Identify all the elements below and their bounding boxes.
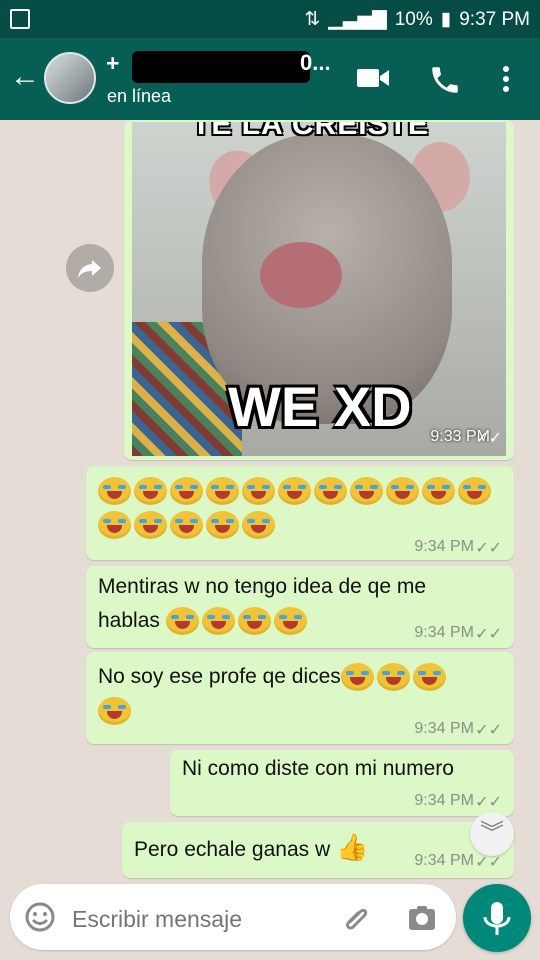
forward-button[interactable] — [66, 244, 114, 292]
voice-message-button[interactable] — [463, 884, 531, 952]
tears-of-joy-emoji — [134, 511, 167, 540]
contact-name-suffix[interactable]: 0... — [300, 50, 331, 76]
message-body: No soy ese profe qe dices — [98, 665, 341, 688]
read-receipt-icon: ✓✓ — [475, 430, 502, 447]
read-receipt-icon: ✓✓ — [475, 540, 502, 557]
avatar[interactable] — [44, 52, 96, 104]
tears-of-joy-emoji — [242, 511, 275, 540]
signal-icon: ▁▃▅▇ — [328, 9, 387, 30]
tears-of-joy-emoji — [422, 477, 455, 506]
read-receipt-icon: ✓✓ — [475, 722, 502, 739]
image-message[interactable]: TE LA CREISTE WE XD 9:33 PM ✓✓ — [124, 120, 514, 460]
tears-of-joy-emoji — [170, 511, 203, 540]
chat-header: ← + 0... en línea — [0, 38, 540, 120]
battery-icon: ▮ — [440, 9, 452, 30]
camera-icon[interactable] — [406, 902, 438, 934]
message-text: No soy ese profe qe dices — [98, 660, 498, 728]
read-receipt-icon: ✓✓ — [475, 794, 502, 811]
tears-of-joy-emoji — [458, 477, 491, 506]
message-body: Ni como diste con mi numero — [182, 757, 454, 780]
rat-nose — [260, 242, 342, 308]
contact-name[interactable]: + — [106, 50, 119, 77]
tears-of-joy-emoji — [206, 511, 239, 540]
message-body: Pero echale ganas w — [134, 838, 331, 861]
message-input-bar — [10, 884, 456, 950]
message-input[interactable] — [70, 902, 334, 936]
message-time: 9:34 PM — [414, 720, 474, 737]
message-bubble[interactable]: Mentiras w no tengo idea de qe me hablas… — [86, 566, 514, 648]
meme-bottom-text: WE XD — [228, 375, 412, 438]
gallery-icon — [10, 9, 30, 29]
message-time: 9:34 PM — [414, 852, 474, 869]
battery-label: 10% — [394, 8, 433, 30]
phone-call-icon[interactable] — [428, 63, 462, 97]
data-icon: ⇅ — [304, 9, 321, 30]
tears-of-joy-emoji — [376, 663, 410, 692]
tears-of-joy-emoji — [242, 477, 275, 506]
double-chevron-down-icon: ︾ — [480, 820, 504, 847]
tears-of-joy-emoji — [98, 511, 131, 540]
redacted-phone-number — [132, 51, 310, 83]
scroll-to-bottom-button[interactable]: ︾ — [470, 812, 514, 856]
back-arrow-icon[interactable]: ← — [10, 62, 40, 92]
tears-of-joy-emoji — [206, 477, 239, 506]
more-options-icon[interactable] — [498, 64, 514, 94]
tears-of-joy-emoji — [412, 663, 446, 692]
tears-of-joy-emoji — [350, 477, 383, 506]
message-bubble[interactable]: Ni como diste con mi numero 9:34 PM ✓✓ — [170, 750, 514, 816]
chat-area[interactable]: TE LA CREISTE WE XD 9:33 PM ✓✓ 9:34 PM ✓… — [0, 120, 540, 880]
attach-icon[interactable] — [340, 902, 372, 934]
message-bubble[interactable]: 9:34 PM ✓✓ — [86, 466, 514, 560]
tears-of-joy-emoji — [98, 697, 131, 726]
clock: 9:37 PM — [459, 8, 530, 30]
meme-image[interactable]: TE LA CREISTE WE XD — [132, 122, 506, 456]
tears-of-joy-emoji — [278, 477, 311, 506]
read-receipt-icon: ✓✓ — [475, 626, 502, 643]
thumbs-up-emoji: 👍 — [335, 832, 369, 862]
tears-of-joy-emoji — [340, 663, 374, 692]
tears-of-joy-emoji — [386, 477, 419, 506]
forward-icon — [78, 260, 101, 278]
meme-top-text: TE LA CREISTE — [192, 122, 429, 141]
tears-of-joy-emoji — [98, 477, 131, 506]
emoji-icon[interactable] — [24, 901, 56, 933]
status-icons: ⇅ ▁▃▅▇ 10% ▮ 9:37 PM — [304, 8, 530, 31]
tears-of-joy-emoji — [273, 607, 307, 636]
message-time: 9:34 PM — [414, 538, 474, 555]
message-time: 9:34 PM — [414, 624, 474, 641]
video-call-icon[interactable] — [356, 65, 390, 91]
tears-of-joy-emoji — [134, 477, 167, 506]
tears-of-joy-emoji — [170, 477, 203, 506]
message-bubble[interactable]: Pero echale ganas w 👍 9:34 PM ✓✓ — [122, 822, 514, 878]
microphone-icon — [483, 902, 511, 935]
tears-of-joy-emoji — [165, 607, 199, 636]
tears-of-joy-emoji — [314, 477, 347, 506]
emoji-row — [98, 474, 508, 542]
message-text: Pero echale ganas w 👍 — [134, 830, 404, 867]
status-bar: ⇅ ▁▃▅▇ 10% ▮ 9:37 PM — [0, 0, 540, 38]
tears-of-joy-emoji — [237, 607, 271, 636]
message-time: 9:34 PM — [414, 792, 474, 809]
message-bubble[interactable]: No soy ese profe qe dices 9:34 PM ✓✓ — [86, 652, 514, 744]
presence-status: en línea — [107, 86, 172, 106]
tears-of-joy-emoji — [201, 607, 235, 636]
